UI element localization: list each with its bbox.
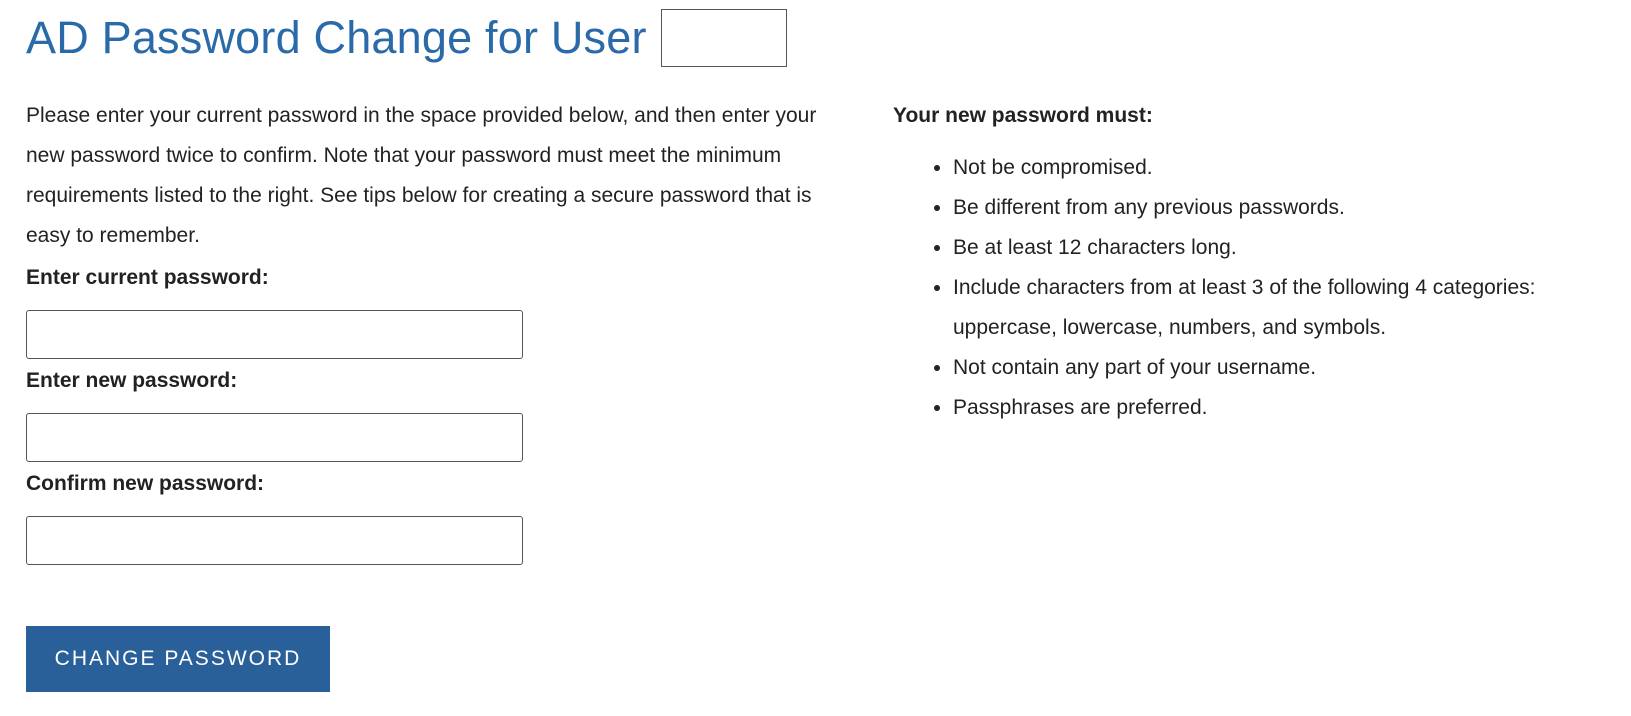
current-password-input[interactable] [26, 310, 523, 359]
new-password-input[interactable] [26, 413, 523, 462]
requirement-item: Be at least 12 characters long. [953, 228, 1623, 268]
current-password-label: Enter current password: [26, 266, 269, 289]
requirements-list: Not be compromised. Be different from an… [893, 148, 1623, 428]
requirement-item: Be different from any previous passwords… [953, 188, 1623, 228]
requirement-item: Include characters from at least 3 of th… [953, 268, 1623, 348]
confirm-password-label: Confirm new password: [26, 472, 265, 495]
page-title: AD Password Change for User [26, 12, 647, 63]
new-password-label: Enter new password: [26, 369, 238, 392]
requirement-item: Not contain any part of your username. [953, 348, 1623, 388]
requirements-heading: Your new password must: [893, 104, 1153, 127]
change-password-button[interactable]: CHANGE PASSWORD [26, 626, 330, 692]
requirements-panel: Your new password must: Not be compromis… [893, 96, 1623, 428]
intro-text: Please enter your current password in th… [26, 104, 817, 247]
intro-section: Please enter your current password in th… [26, 96, 856, 256]
page-header: AD Password Change for User [26, 6, 787, 70]
requirement-item: Not be compromised. [953, 148, 1623, 188]
confirm-password-input[interactable] [26, 516, 523, 565]
requirement-item: Passphrases are preferred. [953, 388, 1623, 428]
username-field[interactable] [660, 9, 787, 67]
